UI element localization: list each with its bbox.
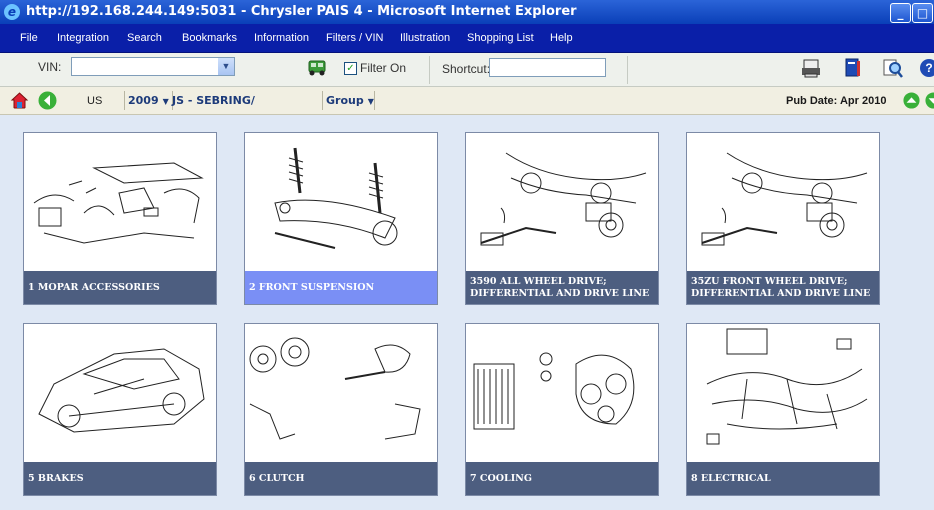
- group-label: 5 BRAKES: [24, 462, 216, 495]
- vehicle-lookup-icon[interactable]: [306, 58, 328, 78]
- wiring-diagram-icon: [706, 328, 868, 445]
- filter-checkbox[interactable]: ✓: [344, 62, 357, 75]
- group-tile-electrical[interactable]: 8 ELECTRICAL: [686, 323, 880, 496]
- menu-help[interactable]: Help: [550, 32, 573, 44]
- chevron-down-icon: ▼: [367, 97, 374, 106]
- menu-bookmarks[interactable]: Bookmarks: [182, 32, 237, 44]
- toolbar: VIN: ▼ ✓ Filter On Shortcut: ?: [0, 53, 934, 87]
- vin-select[interactable]: ▼: [71, 57, 235, 76]
- toolbar-divider: [627, 56, 628, 84]
- home-icon[interactable]: [10, 91, 29, 110]
- scroll-down-icon[interactable]: [925, 92, 934, 109]
- group-tile-brakes[interactable]: 5 BRAKES: [23, 323, 217, 496]
- group-label: 1 MOPAR ACCESSORIES: [24, 271, 216, 304]
- group-label: 3590 ALL WHEEL DRIVE; DIFFERENTIAL AND D…: [466, 271, 658, 304]
- group-grid: 1 MOPAR ACCESSORIES 2 FRONT SUSPENSION 3…: [0, 115, 934, 510]
- year-value: 2009: [128, 94, 159, 107]
- ie-logo-icon: e: [4, 4, 20, 20]
- chevron-down-icon[interactable]: ▼: [218, 58, 234, 75]
- menu-search[interactable]: Search: [127, 32, 162, 44]
- group-tile-all-wheel-drive[interactable]: 3590 ALL WHEEL DRIVE; DIFFERENTIAL AND D…: [465, 132, 659, 305]
- driveline-diagram-icon: [480, 152, 647, 246]
- filter-label: Filter On: [360, 61, 407, 75]
- print-icon[interactable]: [800, 57, 822, 79]
- window-title: http://192.168.244.149:5031 - Chrysler P…: [26, 4, 577, 19]
- pub-date: Pub Date: Apr 2010: [786, 95, 887, 107]
- group-label: 6 CLUTCH: [245, 462, 437, 495]
- menu-filters-vin[interactable]: Filters / VIN: [326, 32, 383, 44]
- minimize-button[interactable]: _: [890, 3, 911, 23]
- title-bar: e http://192.168.244.149:5031 - Chrysler…: [0, 0, 934, 24]
- shortcut-input[interactable]: [489, 58, 606, 77]
- group-tile-front-wheel-drive[interactable]: 35ZU FRONT WHEEL DRIVE; DIFFERENTIAL AND…: [686, 132, 880, 305]
- group-dropdown[interactable]: Group ▼: [326, 91, 375, 110]
- driveline-diagram-icon: [701, 152, 868, 246]
- scroll-up-icon[interactable]: [903, 92, 920, 109]
- magnifier-icon[interactable]: [882, 57, 904, 79]
- group-label: 35ZU FRONT WHEEL DRIVE; DIFFERENTIAL AND…: [687, 271, 879, 304]
- shortcut-label: Shortcut:: [442, 62, 491, 76]
- group-tile-clutch[interactable]: 6 CLUTCH: [244, 323, 438, 496]
- help-icon[interactable]: ?: [918, 57, 934, 79]
- suspension-diagram-icon: [274, 147, 398, 249]
- accessories-diagram-icon: [33, 162, 204, 244]
- car-brakes-diagram-icon: [38, 348, 205, 433]
- group-label: 2 FRONT SUSPENSION: [245, 271, 437, 304]
- back-arrow-icon[interactable]: [38, 91, 57, 110]
- group-label: 7 COOLING: [466, 462, 658, 495]
- year-dropdown[interactable]: 2009 ▼: [124, 91, 173, 110]
- clutch-diagram-icon: [249, 337, 421, 440]
- menu-file[interactable]: File: [20, 32, 38, 44]
- toolbar-divider: [429, 56, 430, 84]
- model-dropdown[interactable]: JS - SEBRING/ AVENGER▼: [172, 91, 323, 126]
- navigation-bar: US 2009▼ JS - SEBRING/ AVENGER▼ Group▼ P…: [0, 87, 934, 126]
- group-tile-front-suspension[interactable]: 2 FRONT SUSPENSION: [244, 132, 438, 305]
- menu-illustration[interactable]: Illustration: [400, 32, 450, 44]
- menu-bar: File Integration Search Bookmarks Inform…: [0, 24, 934, 53]
- chevron-down-icon: ▼: [162, 97, 169, 106]
- svg-text:?: ?: [925, 61, 932, 75]
- group-tile-mopar-accessories[interactable]: 1 MOPAR ACCESSORIES: [23, 132, 217, 305]
- menu-integration[interactable]: Integration: [57, 32, 109, 44]
- group-label: 8 ELECTRICAL: [687, 462, 879, 495]
- vin-label: VIN:: [38, 60, 62, 74]
- menu-shopping-list[interactable]: Shopping List: [467, 32, 534, 44]
- book-icon[interactable]: [842, 57, 864, 79]
- region-label: US: [87, 95, 103, 107]
- menu-information[interactable]: Information: [254, 32, 309, 44]
- group-value: Group: [326, 94, 364, 107]
- maximize-button[interactable]: □: [912, 3, 933, 23]
- cooling-diagram-icon: [473, 352, 635, 430]
- group-tile-cooling[interactable]: 7 COOLING: [465, 323, 659, 496]
